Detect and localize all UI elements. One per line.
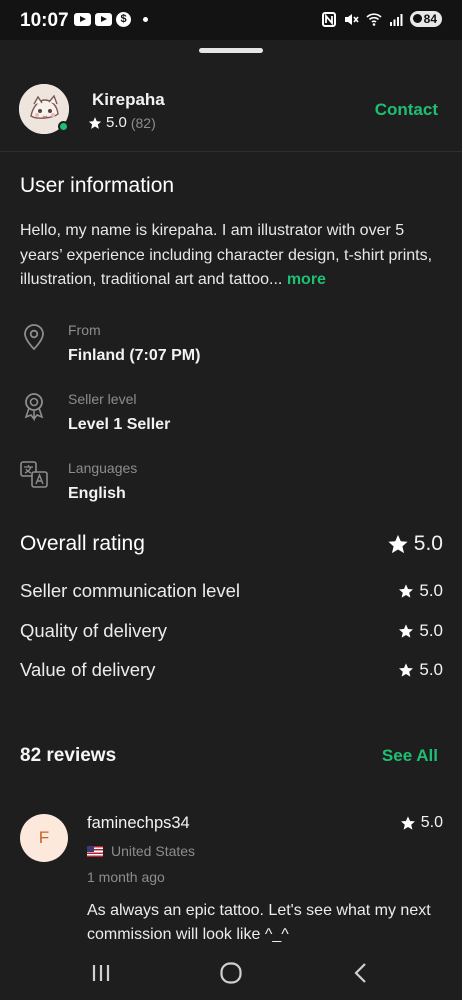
seller-rating-value: 5.0 [106,114,127,131]
more-link[interactable]: more [287,271,326,288]
rating-number: 5.0 [419,660,443,679]
location-pin-icon [24,324,44,351]
info-row-languages: Languages English [20,460,440,510]
dot-icon [143,17,148,22]
rating-number: 5.0 [419,581,443,600]
seller-name: Kirepaha [92,90,165,109]
info-label-seller-level: Seller level [68,391,137,407]
star-icon [399,624,414,638]
sheet-drag-handle[interactable] [199,48,263,53]
back-icon[interactable] [346,960,376,986]
about-text-body: Hello, my name is kirepaha. I am illustr… [20,222,433,288]
seller-header: Kirepaha 5.0 (82) Contact [0,70,462,152]
info-row-from: From Finland (7:07 PM) [20,322,440,372]
signal-icon [389,13,403,26]
rating-label: Seller communication level [20,580,241,601]
star-icon [399,584,414,598]
youtube-icon [95,13,112,26]
seller-rating-count: (82) [130,114,156,131]
recent-apps-icon[interactable] [86,960,116,986]
reviewer-name[interactable]: faminechps34 [87,814,190,833]
overall-rating-number: 5.0 [413,532,443,555]
user-information-title: User information [20,174,175,197]
seller-rating: 5.0 (82) [88,114,156,131]
system-navigation-bar [0,948,462,1000]
info-label-from: From [68,322,101,338]
wifi-icon [366,13,382,26]
info-label-languages: Languages [68,460,138,476]
translate-icon [20,461,48,488]
star-icon [88,116,102,129]
about-text: Hello, my name is kirepaha. I am illustr… [20,219,450,293]
star-icon [400,816,415,830]
system-icons: 84 [321,11,442,27]
rating-number: 5.0 [419,621,443,640]
info-row-seller-level: Seller level Level 1 Seller [20,391,440,441]
award-badge-icon [24,393,44,421]
rating-label: Quality of delivery [20,620,168,641]
see-all-button[interactable]: See All [382,746,438,766]
overall-rating-value: 5.0 [387,532,443,556]
us-flag-icon [87,845,103,857]
reviews-title: 82 reviews [20,745,117,766]
review-item: F faminechps34 5.0 United States 1 month… [20,810,443,950]
overall-rating-row: Overall rating 5.0 [20,532,443,556]
overall-rating-label: Overall rating [20,532,145,555]
star-icon [388,534,408,554]
rating-row-communication: Seller communication level 5.0 [20,580,443,602]
rating-label: Value of delivery [20,659,156,680]
nfc-icon [321,11,336,27]
status-time: 10:07 [20,10,69,31]
review-text: As always an epic tattoo. Let's see what… [87,902,431,943]
review-rating: 5.0 [400,814,443,832]
info-value-seller-level: Level 1 Seller [68,416,171,433]
dollar-icon: $ [116,12,131,27]
notification-icons: $ [74,12,148,27]
reviewer-country: United States [87,843,195,859]
rating-row-quality: Quality of delivery 5.0 [20,620,443,642]
reviewer-country-name: United States [111,843,196,859]
info-value-from: Finland (7:07 PM) [68,347,201,364]
rating-value: 5.0 [398,621,443,641]
star-icon [399,663,414,677]
rating-value: 5.0 [398,660,443,680]
battery-icon: 84 [409,11,442,27]
mute-icon [344,13,359,25]
info-value-languages: English [68,485,126,502]
seller-avatar[interactable] [19,84,69,134]
status-bar: 10:07 $ 84 [0,0,462,40]
rating-row-value: Value of delivery 5.0 [20,659,443,681]
youtube-icon [74,13,91,26]
reviewer-avatar[interactable]: F [20,814,68,862]
review-rating-number: 5.0 [420,814,443,831]
contact-button[interactable]: Contact [375,100,438,120]
reviews-header: 82 reviews See All [20,745,438,767]
home-icon[interactable] [216,960,246,986]
review-time: 1 month ago [87,869,165,885]
rating-value: 5.0 [398,581,443,601]
online-status-dot [58,121,69,132]
